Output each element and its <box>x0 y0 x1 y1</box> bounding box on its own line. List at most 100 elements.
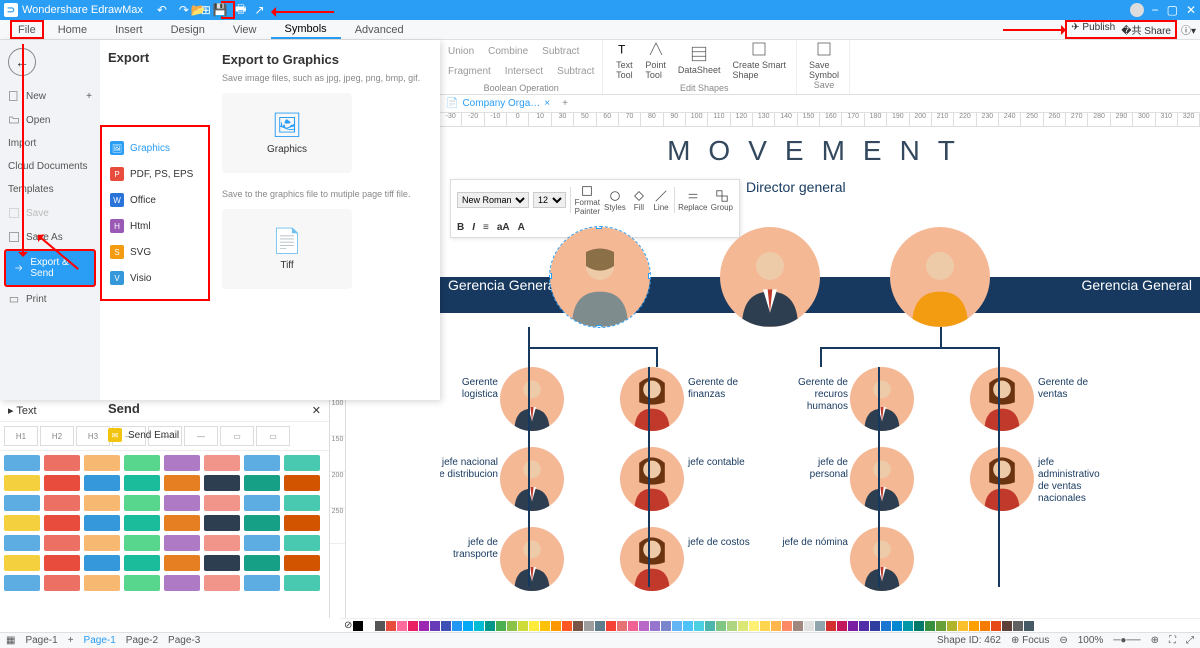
color-swatch[interactable] <box>463 621 473 631</box>
bold-button[interactable]: B <box>457 222 464 233</box>
org-node[interactable] <box>500 367 564 431</box>
library-shape[interactable] <box>44 575 80 591</box>
library-shape[interactable] <box>124 575 160 591</box>
library-shape[interactable] <box>204 515 240 531</box>
org-node[interactable] <box>500 527 564 591</box>
doc-tab-company[interactable]: 📄Company Orga… × <box>440 98 556 109</box>
color-swatch[interactable] <box>518 621 528 631</box>
export-office[interactable]: WOffice <box>102 187 208 213</box>
color-swatch[interactable] <box>969 621 979 631</box>
color-swatch[interactable] <box>837 621 847 631</box>
color-swatch[interactable] <box>474 621 484 631</box>
library-shape[interactable] <box>204 475 240 491</box>
text-size-button[interactable]: aA <box>497 222 510 233</box>
file-nav-open[interactable]: Open <box>0 108 100 132</box>
styles-button[interactable]: Styles <box>604 189 626 212</box>
page-tab-3[interactable]: Page-3 <box>168 635 200 646</box>
library-shape[interactable] <box>244 475 280 491</box>
redo-icon[interactable]: ↷ <box>177 3 191 17</box>
color-swatch[interactable] <box>639 621 649 631</box>
color-swatch[interactable] <box>782 621 792 631</box>
color-swatch[interactable] <box>540 621 550 631</box>
color-swatch[interactable] <box>386 621 396 631</box>
library-shape[interactable] <box>244 515 280 531</box>
library-shape[interactable] <box>44 535 80 551</box>
color-swatch[interactable] <box>694 621 704 631</box>
intersect-button[interactable]: Intersect <box>501 62 547 80</box>
font-select[interactable]: New Roman <box>457 192 529 208</box>
library-shape[interactable] <box>204 495 240 511</box>
subtract-button[interactable]: Subtract <box>538 42 583 60</box>
publish-button[interactable]: ✈ Publish <box>1071 22 1115 37</box>
library-shape[interactable] <box>164 535 200 551</box>
export-svg[interactable]: SSVG <box>102 239 208 265</box>
library-shape[interactable] <box>164 495 200 511</box>
color-swatch[interactable] <box>562 621 572 631</box>
library-shape[interactable] <box>204 555 240 571</box>
page-add[interactable]: + <box>68 635 74 646</box>
help-icon[interactable]: ⓘ▾ <box>1181 22 1196 37</box>
library-shape[interactable] <box>204 535 240 551</box>
color-swatch[interactable] <box>804 621 814 631</box>
color-swatch[interactable] <box>650 621 660 631</box>
org-node[interactable] <box>850 447 914 511</box>
library-shape[interactable] <box>84 455 120 471</box>
file-nav-import[interactable]: Import <box>0 132 100 155</box>
page-tab-1[interactable]: Page-1 <box>25 635 57 646</box>
library-shape[interactable] <box>284 475 320 491</box>
heading-style[interactable]: ▭ <box>256 426 290 446</box>
library-shape[interactable] <box>124 495 160 511</box>
text-tool-button[interactable]: TText Tool <box>609 40 639 80</box>
library-shape[interactable] <box>244 535 280 551</box>
color-swatch[interactable] <box>628 621 638 631</box>
doc-tab-add[interactable]: + <box>556 98 574 109</box>
gerencia-left-node[interactable] <box>550 227 650 327</box>
library-shape[interactable] <box>4 575 40 591</box>
file-nav-cloud[interactable]: Cloud Documents <box>0 155 100 178</box>
color-swatch[interactable] <box>375 621 385 631</box>
zoom-out-button[interactable]: ⊖ <box>1059 635 1067 646</box>
color-swatch[interactable] <box>397 621 407 631</box>
library-shape[interactable] <box>244 495 280 511</box>
library-shape[interactable] <box>4 495 40 511</box>
color-swatch[interactable] <box>1013 621 1023 631</box>
library-shape[interactable] <box>244 455 280 471</box>
color-swatch[interactable] <box>815 621 825 631</box>
library-shape[interactable] <box>164 475 200 491</box>
library-shape[interactable] <box>84 495 120 511</box>
graphics-card[interactable]: 🖼Graphics <box>222 93 352 173</box>
library-shape[interactable] <box>4 475 40 491</box>
library-shape[interactable] <box>284 495 320 511</box>
file-nav-templates[interactable]: Templates <box>0 178 100 201</box>
share-button[interactable]: �共 Share <box>1121 22 1171 37</box>
color-swatch[interactable] <box>870 621 880 631</box>
color-swatch[interactable] <box>584 621 594 631</box>
align-button[interactable]: ≡ <box>483 222 489 233</box>
color-swatch[interactable] <box>452 621 462 631</box>
library-shape[interactable] <box>204 575 240 591</box>
canvas[interactable]: MOVEMENT New Roman 12 Format Painter Sty… <box>440 127 1200 618</box>
maximize-icon[interactable]: ▢ <box>1167 3 1178 17</box>
library-shape[interactable] <box>244 555 280 571</box>
export-html[interactable]: HHtml <box>102 213 208 239</box>
color-swatch[interactable] <box>1024 621 1034 631</box>
color-swatch[interactable] <box>936 621 946 631</box>
font-color-button[interactable]: A <box>518 222 525 233</box>
library-shape[interactable] <box>124 455 160 471</box>
open-icon[interactable]: 📂 <box>191 3 205 17</box>
tab-design[interactable]: Design <box>157 20 219 39</box>
color-swatch[interactable] <box>496 621 506 631</box>
italic-button[interactable]: I <box>472 222 475 233</box>
color-swatch[interactable] <box>760 621 770 631</box>
tiff-card[interactable]: 📄Tiff <box>222 209 352 289</box>
color-swatch[interactable] <box>595 621 605 631</box>
tab-file[interactable]: File <box>10 20 44 39</box>
close-library-icon[interactable]: ✕ <box>312 404 321 417</box>
color-swatch[interactable] <box>793 621 803 631</box>
library-shape[interactable] <box>44 475 80 491</box>
line-button[interactable]: Line <box>652 189 670 212</box>
point-tool-button[interactable]: Point Tool <box>639 40 672 80</box>
library-shape[interactable] <box>4 535 40 551</box>
org-node[interactable] <box>850 367 914 431</box>
tab-view[interactable]: View <box>219 20 271 39</box>
